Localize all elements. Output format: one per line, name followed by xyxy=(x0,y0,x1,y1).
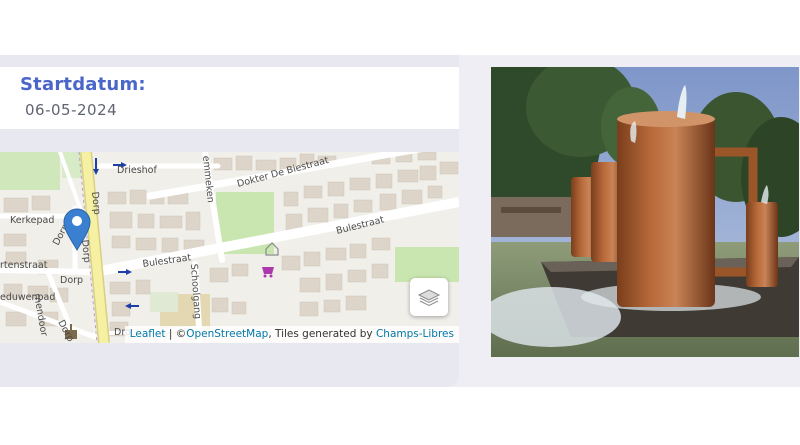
street-label-kerkepad: Kerkepad xyxy=(10,215,54,226)
green-area xyxy=(0,152,60,190)
street-label-rtenstraat: rtenstraat xyxy=(0,260,48,271)
attribution-separator: | © xyxy=(165,328,187,340)
street-label-eduwenpad: eduwenpad xyxy=(0,292,55,303)
start-date-value: 06-05-2024 xyxy=(25,101,118,119)
map-tiles[interactable]: Drieshof Dokter De Biestraat Kerkepad Do… xyxy=(0,152,459,343)
start-date-label: Startdatum: xyxy=(20,74,146,95)
street-label-dorp-4: Dorp xyxy=(60,275,83,286)
fountain-photo xyxy=(491,67,799,357)
layers-icon xyxy=(417,289,441,307)
attribution-tiles-text: , Tiles generated by xyxy=(268,328,376,340)
layers-control-button[interactable] xyxy=(410,278,448,316)
location-map[interactable]: Drieshof Dokter De Biestraat Kerkepad Do… xyxy=(0,152,459,343)
street-label-drieshof: Drieshof xyxy=(117,165,157,176)
map-attribution: Leaflet | ©OpenStreetMap, Tiles generate… xyxy=(124,326,459,343)
champs-libres-link[interactable]: Champs-Libres xyxy=(376,328,454,340)
openstreetmap-link[interactable]: OpenStreetMap xyxy=(186,328,268,340)
leaflet-link[interactable]: Leaflet xyxy=(130,328,166,340)
